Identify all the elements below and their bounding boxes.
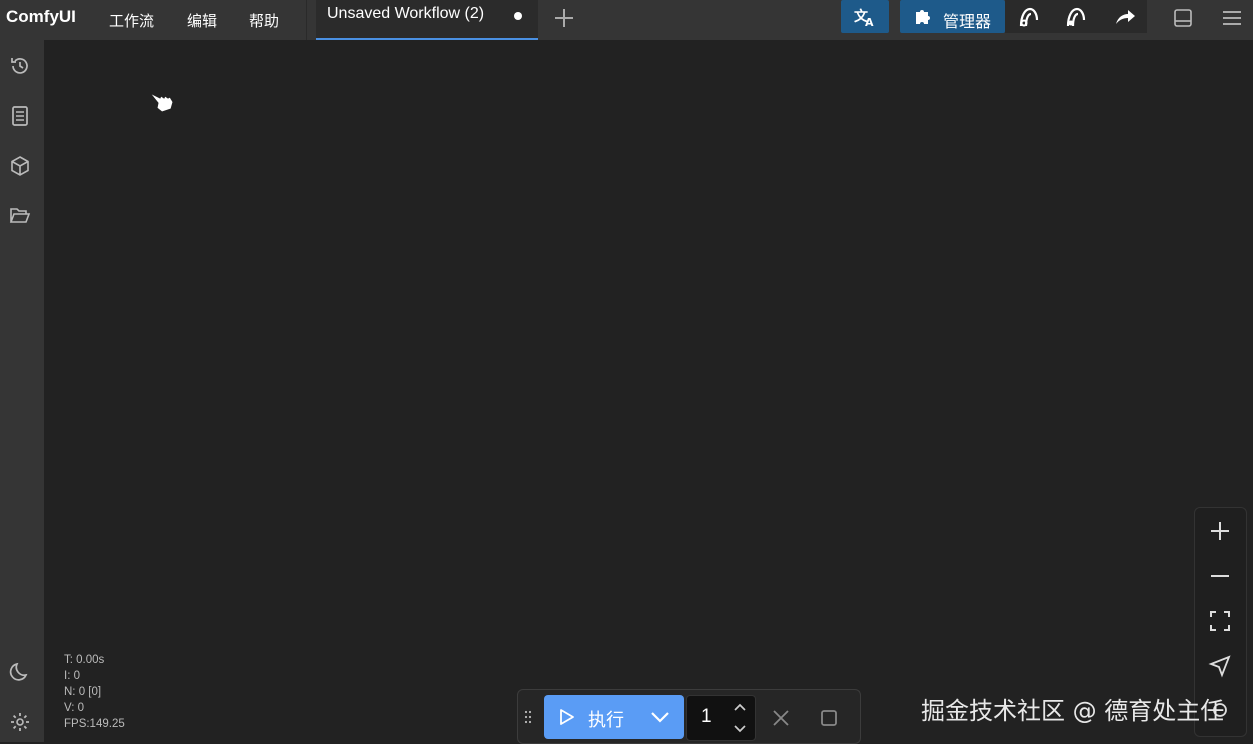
hamburger-menu-icon[interactable] [1222,9,1242,27]
render-stats: T: 0.00s I: 0 N: 0 [0] V: 0 FPS:149.25 [64,652,125,732]
zoom-in-icon[interactable] [1208,519,1232,543]
puzzle-icon [916,10,930,24]
workflow-tab[interactable]: Unsaved Workflow (2) [316,0,538,40]
moon-icon[interactable] [9,661,31,683]
navigate-icon[interactable] [1208,654,1232,678]
stop-icon[interactable] [820,709,838,727]
menu-edit[interactable]: 编辑 [187,10,217,31]
top-bar: ComfyUI 工作流 编辑 帮助 Unsaved Workflow (2) 文… [0,0,1253,40]
play-icon [560,709,574,725]
stat-v: V: 0 [64,702,85,714]
queue-run-bar: 执行 1 [517,689,861,744]
batch-count-value: 1 [701,706,712,727]
fit-view-icon[interactable] [1208,609,1232,633]
manager-button[interactable]: 管理器 [900,0,1005,33]
left-sidebar [0,40,44,742]
hand-pointer-icon [149,92,174,113]
add-tab-icon[interactable] [553,7,575,29]
watermark: 掘金技术社区 @ 德育处主任 [921,697,1225,725]
drag-handle-icon[interactable] [524,709,532,725]
manager-label: 管理器 [943,12,992,31]
queue-list-icon[interactable] [9,105,31,127]
stat-nodes: N: 0 [0] [64,686,102,698]
stat-fps: FPS:149.25 [64,718,125,730]
decrement-icon[interactable] [733,724,747,734]
workflow-tab-title: Unsaved Workflow (2) [327,5,485,22]
model-library-icon[interactable] [1017,6,1041,28]
gear-icon[interactable] [9,711,31,733]
folder-open-icon[interactable] [9,205,31,227]
model-cube-icon[interactable] [9,155,31,177]
increment-icon[interactable] [733,702,747,712]
zoom-out-icon[interactable] [1208,564,1232,588]
menu-workflow[interactable]: 工作流 [109,10,154,31]
translate-icon: 文 A [854,8,874,28]
batch-count-input[interactable]: 1 [686,695,756,741]
chevron-down-icon[interactable] [650,710,670,724]
bottom-panel-toggle-icon[interactable] [1173,8,1193,28]
cancel-icon[interactable] [772,709,790,727]
stat-time: T: 0.00s [64,654,105,666]
run-button[interactable]: 执行 [544,695,684,739]
history-icon[interactable] [9,55,31,77]
run-label: 执行 [588,710,624,731]
svg-text:A: A [865,16,874,28]
share-icon[interactable] [1114,8,1136,26]
menu-help[interactable]: 帮助 [249,10,279,31]
action-group [1005,0,1147,33]
menu-divider [306,0,307,40]
custom-nodes-icon[interactable] [1064,6,1088,28]
unsaved-indicator [514,12,522,20]
translate-button[interactable]: 文 A [841,0,889,33]
stat-i: I: 0 [64,670,80,682]
app-logo: ComfyUI [6,7,76,26]
